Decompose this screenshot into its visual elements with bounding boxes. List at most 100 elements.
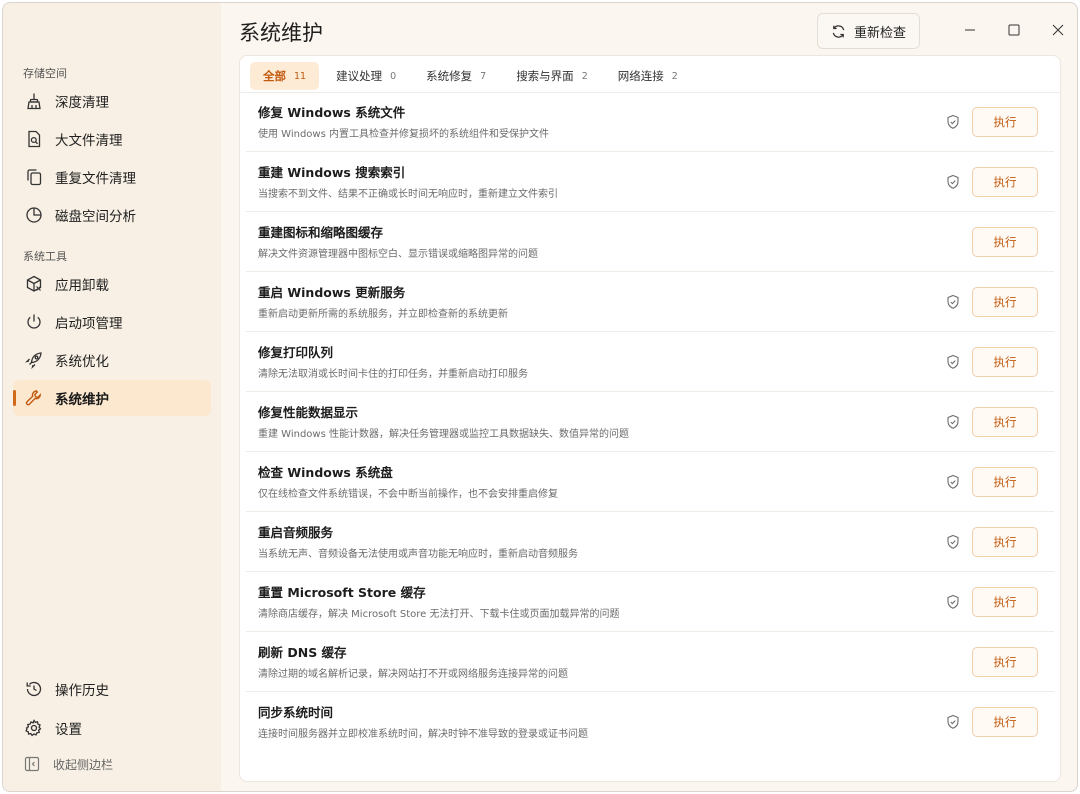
task-description: 当搜索不到文件、结果不正确或长时间无响应时，重新建立文件索引	[258, 189, 558, 200]
sidebar-item-label: 系统维护	[55, 392, 109, 408]
sidebar-item-label: 磁盘空间分析	[55, 209, 136, 225]
page-title: 系统维护	[239, 21, 323, 45]
execute-button[interactable]: 执行	[972, 647, 1038, 677]
collapse-label: 收起侧边栏	[53, 757, 114, 772]
execute-button[interactable]: 执行	[972, 407, 1038, 437]
tab-count: 0	[390, 70, 397, 82]
sidebar-item-optimize[interactable]: 系统优化	[13, 342, 211, 378]
tab-count: 2	[581, 70, 588, 82]
task-title: 修复 Windows 系统文件	[258, 105, 406, 120]
task-row: 重置 Microsoft Store 缓存 清除商店缓存，解决 Microsoft…	[246, 572, 1054, 632]
minimize-button[interactable]	[955, 15, 985, 45]
tab-network[interactable]: 网络连接 2	[605, 62, 691, 90]
tab-count: 11	[294, 70, 307, 82]
tab-label: 全部	[263, 69, 286, 83]
execute-button[interactable]: 执行	[972, 167, 1038, 197]
wrench-icon	[23, 387, 45, 409]
task-list: 修复 Windows 系统文件使用 Windows 内置工具检查并修复损坏的系统…	[240, 92, 1060, 752]
task-title: 修复打印队列	[258, 345, 334, 360]
task-title: 重启音频服务	[258, 525, 334, 540]
admin-shield-icon	[947, 294, 959, 309]
sidebar-item-label: 深度清理	[55, 95, 109, 111]
execute-button[interactable]: 执行	[972, 287, 1038, 317]
execute-button[interactable]: 执行	[972, 467, 1038, 497]
task-description: 清除无法取消或长时间卡住的打印任务，并重新启动打印服务	[258, 369, 528, 380]
task-row: 同步系统时间 连接时间服务器并立即校准系统时间，解决时钟不准导致的登录或证书问题 执…	[246, 692, 1054, 752]
pie-chart-icon	[23, 204, 45, 226]
section-title-tools: 系统工具	[23, 250, 67, 263]
collapse-sidebar-button[interactable]: 收起侧边栏	[23, 755, 113, 773]
task-title: 同步系统时间	[258, 705, 334, 720]
task-title: 重建 Windows 搜索索引	[258, 165, 406, 180]
sidebar-item-disk-analysis[interactable]: 磁盘空间分析	[13, 197, 211, 233]
execute-button[interactable]: 执行	[972, 587, 1038, 617]
sidebar: 存储空间 深度清理 大文件清理 重复文件清理 磁盘空间分析 系统工具 应用卸载 …	[3, 3, 221, 791]
task-description: 清除过期的域名解析记录，解决网站打不开或网络服务连接异常的问题	[258, 669, 568, 680]
maximize-icon	[1008, 24, 1020, 36]
sidebar-item-deep-clean[interactable]: 深度清理	[13, 83, 211, 119]
task-title: 修复性能数据显示	[258, 405, 359, 420]
execute-button[interactable]: 执行	[972, 227, 1038, 257]
recheck-button[interactable]: 重新检查	[817, 13, 920, 49]
execute-button[interactable]: 执行	[972, 107, 1038, 137]
sidebar-item-label: 应用卸载	[55, 278, 109, 294]
tab-recommended[interactable]: 建议处理 0	[323, 62, 409, 90]
admin-shield-icon	[947, 354, 959, 369]
sidebar-collapse-icon	[23, 755, 41, 773]
sidebar-item-maintenance[interactable]: 系统维护	[13, 380, 211, 416]
sidebar-item-label: 操作历史	[55, 683, 109, 699]
sidebar-item-duplicate-files[interactable]: 重复文件清理	[13, 159, 211, 195]
task-title: 检查 Windows 系统盘	[258, 465, 393, 480]
power-icon	[23, 311, 45, 333]
sidebar-item-label: 大文件清理	[55, 133, 123, 149]
rocket-icon	[23, 349, 45, 371]
task-row: 重建图标和缩略图缓存解决文件资源管理器中图标空白、显示错误或缩略图异常的问题 执行	[246, 212, 1054, 272]
admin-shield-icon	[947, 114, 959, 129]
tab-label: 网络连接	[617, 69, 664, 83]
tab-system-repair[interactable]: 系统修复 7	[413, 62, 499, 90]
task-description: 使用 Windows 内置工具检查并修复损坏的系统组件和受保护文件	[258, 129, 549, 140]
admin-shield-icon	[947, 414, 959, 429]
sidebar-item-settings[interactable]: 设置	[13, 710, 211, 746]
tab-count: 7	[480, 70, 487, 82]
tab-count: 2	[671, 70, 678, 82]
history-icon	[23, 678, 45, 700]
admin-shield-icon	[947, 714, 959, 729]
admin-shield-icon	[947, 174, 959, 189]
task-row: 重启音频服务当系统无声、音频设备无法使用或声音功能无响应时，重新启动音频服务 执行	[246, 512, 1054, 572]
task-title: 重建图标和缩略图缓存	[258, 225, 384, 240]
admin-shield-icon	[947, 594, 959, 609]
tab-search-ui[interactable]: 搜索与界面 2	[503, 62, 601, 90]
sidebar-item-label: 系统优化	[55, 354, 109, 370]
task-description: 解决文件资源管理器中图标空白、显示错误或缩略图异常的问题	[258, 249, 538, 260]
task-title: 重置 Microsoft Store 缓存	[258, 585, 426, 600]
sidebar-item-history[interactable]: 操作历史	[13, 671, 211, 707]
sidebar-item-label: 设置	[55, 722, 82, 738]
task-row: 修复 Windows 系统文件使用 Windows 内置工具检查并修复损坏的系统…	[246, 92, 1054, 152]
tab-label: 建议处理	[336, 69, 383, 83]
tab-label: 搜索与界面	[516, 69, 574, 83]
admin-shield-icon	[947, 534, 959, 549]
task-description: 重新启动更新所需的系统服务，并立即检查新的系统更新	[258, 309, 508, 320]
sidebar-item-large-files[interactable]: 大文件清理	[13, 121, 211, 157]
maximize-button[interactable]	[999, 15, 1029, 45]
file-search-icon	[23, 128, 45, 150]
close-button[interactable]	[1043, 15, 1073, 45]
execute-button[interactable]: 执行	[972, 347, 1038, 377]
tab-all[interactable]: 全部 11	[250, 62, 320, 90]
close-icon	[1052, 24, 1064, 36]
app-window: 存储空间 深度清理 大文件清理 重复文件清理 磁盘空间分析 系统工具 应用卸载 …	[2, 2, 1078, 792]
maintenance-panel: 全部 11 建议处理 0 系统修复 7 搜索与界面 2 网络连接 2 修复 Wi…	[239, 55, 1061, 782]
execute-button[interactable]: 执行	[972, 707, 1038, 737]
sidebar-item-uninstall[interactable]: 应用卸载	[13, 266, 211, 302]
task-description: 重建 Windows 性能计数器，解决任务管理器或监控工具数据缺失、数值异常的问…	[258, 429, 629, 440]
task-row: 修复性能数据显示重建 Windows 性能计数器，解决任务管理器或监控工具数据缺…	[246, 392, 1054, 452]
sidebar-item-startup[interactable]: 启动项管理	[13, 304, 211, 340]
task-row: 重建 Windows 搜索索引当搜索不到文件、结果不正确或长时间无响应时，重新建…	[246, 152, 1054, 212]
copy-icon	[23, 166, 45, 188]
execute-button[interactable]: 执行	[972, 527, 1038, 557]
minimize-icon	[965, 29, 975, 31]
task-title: 重启 Windows 更新服务	[258, 285, 406, 300]
gear-icon	[23, 717, 45, 739]
task-description: 当系统无声、音频设备无法使用或声音功能无响应时，重新启动音频服务	[258, 549, 578, 560]
